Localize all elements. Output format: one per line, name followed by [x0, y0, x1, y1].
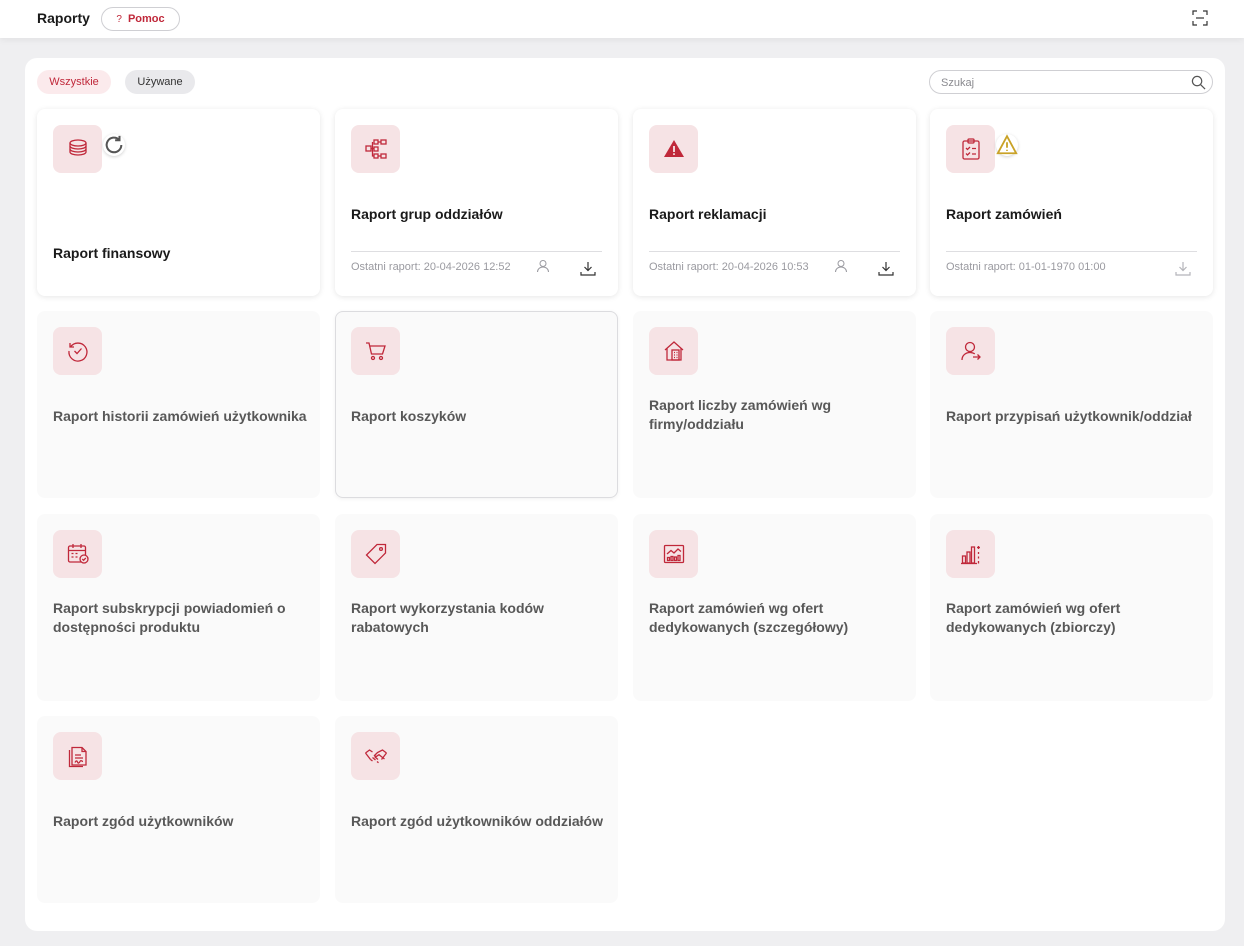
last-report-text: Ostatni raport: 20-04-2026 10:53	[649, 261, 809, 273]
report-icon-box	[946, 125, 1018, 173]
report-title: Raport reklamacji	[649, 206, 767, 222]
user-icon	[537, 260, 549, 273]
report-title: Raport grup oddziałów	[351, 206, 503, 222]
report-title: Raport przypisań użytkownik/oddział	[946, 408, 1192, 424]
search-icon[interactable]	[1191, 75, 1206, 90]
report-icon-box	[946, 530, 995, 578]
user-assign-icon	[960, 341, 981, 361]
bar-chart-icon	[960, 546, 980, 565]
refresh-icon	[105, 135, 123, 154]
report-title: Raport historii zamówień użytkownika	[53, 408, 307, 424]
warning-icon	[996, 134, 1018, 155]
report-card-finansowy[interactable]: Raport finansowy	[37, 109, 320, 296]
report-title: Raport zamówień wg ofert dedykowanych (s…	[649, 600, 849, 635]
report-icon-box	[649, 530, 698, 578]
report-icon-box	[351, 530, 400, 578]
report-card-koszykow[interactable]: Raport koszyków	[335, 311, 618, 498]
report-card-reklamacji[interactable]: Raport reklamacji Ostatni raport: 20-04-…	[633, 109, 916, 296]
filter-all-tab[interactable]: Wszystkie	[37, 70, 111, 94]
coins-stack-icon	[68, 139, 87, 156]
handshake-icon	[364, 749, 387, 764]
download-icon[interactable]	[878, 261, 894, 276]
report-icon-box	[649, 125, 698, 173]
refresh-badge	[103, 134, 125, 156]
report-card-zgod-oddzialow[interactable]: Raport zgód użytkowników oddziałów	[335, 716, 618, 903]
clipboard-check-icon	[961, 138, 980, 160]
cart-icon	[365, 342, 386, 361]
warning-triangle-icon	[663, 140, 684, 157]
chart-image-icon	[663, 544, 684, 564]
reports-panel: Wszystkie Używane Raport finansowy	[25, 58, 1225, 931]
report-title: Raport zgód użytkowników oddziałów	[351, 813, 603, 829]
report-card-subskrypcji[interactable]: Raport subskrypcji powiadomień o dostępn…	[37, 514, 320, 701]
report-title: Raport liczby zamówień wg firmy/oddziału	[649, 397, 832, 432]
top-bar: Raporty ? Pomoc	[0, 0, 1244, 38]
tag-icon	[365, 543, 386, 565]
help-button[interactable]: ? Pomoc	[101, 7, 180, 31]
last-report-text: Ostatni raport: 20-04-2026 12:52	[351, 261, 511, 273]
help-label: Pomoc	[127, 13, 165, 25]
filter-used-tab[interactable]: Używane	[125, 70, 195, 94]
report-card-zamowien[interactable]: Raport zamówień Ostatni raport: 01-01-19…	[930, 109, 1213, 296]
download-icon[interactable]	[580, 261, 596, 276]
history-check-icon	[67, 342, 88, 362]
report-icon-box	[53, 732, 102, 780]
fullscreen-icon[interactable]	[1192, 10, 1208, 26]
report-title: Raport zamówień	[946, 206, 1062, 222]
report-title: Raport zgód użytkowników	[53, 813, 234, 829]
report-icon-box	[946, 327, 995, 375]
report-title: Raport subskrypcji powiadomień o dostępn…	[53, 600, 286, 635]
page-title: Raporty	[37, 10, 90, 26]
report-icon-box	[649, 327, 698, 375]
report-card-ofert-zbiorczy[interactable]: Raport zamówień wg ofert dedykowanych (z…	[930, 514, 1213, 701]
search-input[interactable]	[941, 75, 1181, 90]
report-card-zgod-uzytkownikow[interactable]: Raport zgód użytkowników	[37, 716, 320, 903]
search-box	[929, 70, 1213, 94]
report-icon-box	[351, 732, 400, 780]
report-icon-box	[53, 530, 102, 578]
report-icon-box	[53, 327, 102, 375]
report-card-historii-zamowien[interactable]: Raport historii zamówień użytkownika	[37, 311, 320, 498]
report-card-grup-oddzialow[interactable]: Raport grup oddziałów Ostatni raport: 20…	[335, 109, 618, 296]
report-icon-box	[351, 327, 400, 375]
report-icon-box	[53, 125, 125, 173]
calendar-check-icon	[67, 544, 89, 564]
download-icon	[1175, 262, 1191, 276]
report-title: Raport wykorzystania kodów rabatowych	[351, 600, 544, 635]
report-card-liczby-zamowien[interactable]: Raport liczby zamówień wg firmy/oddziału	[633, 311, 916, 498]
report-title: Raport koszyków	[351, 408, 467, 424]
report-card-kodow-rabatowych[interactable]: Raport wykorzystania kodów rabatowych	[335, 514, 618, 701]
document-sign-icon	[68, 746, 87, 768]
question-mark-icon: ?	[116, 13, 122, 25]
card-divider	[649, 251, 900, 252]
report-icon-box	[351, 125, 400, 173]
report-card-przypisan[interactable]: Raport przypisań użytkownik/oddział	[930, 311, 1213, 498]
warning-badge	[996, 134, 1018, 156]
hierarchy-icon	[364, 139, 387, 159]
last-report-text: Ostatni raport: 01-01-1970 01:00	[946, 261, 1106, 273]
report-title: Raport finansowy	[53, 245, 171, 261]
card-divider	[946, 251, 1197, 252]
report-title: Raport zamówień wg ofert dedykowanych (z…	[946, 600, 1121, 635]
building-icon	[664, 341, 683, 361]
user-icon	[835, 260, 847, 273]
card-divider	[351, 251, 602, 252]
report-card-ofert-szczegolowy[interactable]: Raport zamówień wg ofert dedykowanych (s…	[633, 514, 916, 701]
